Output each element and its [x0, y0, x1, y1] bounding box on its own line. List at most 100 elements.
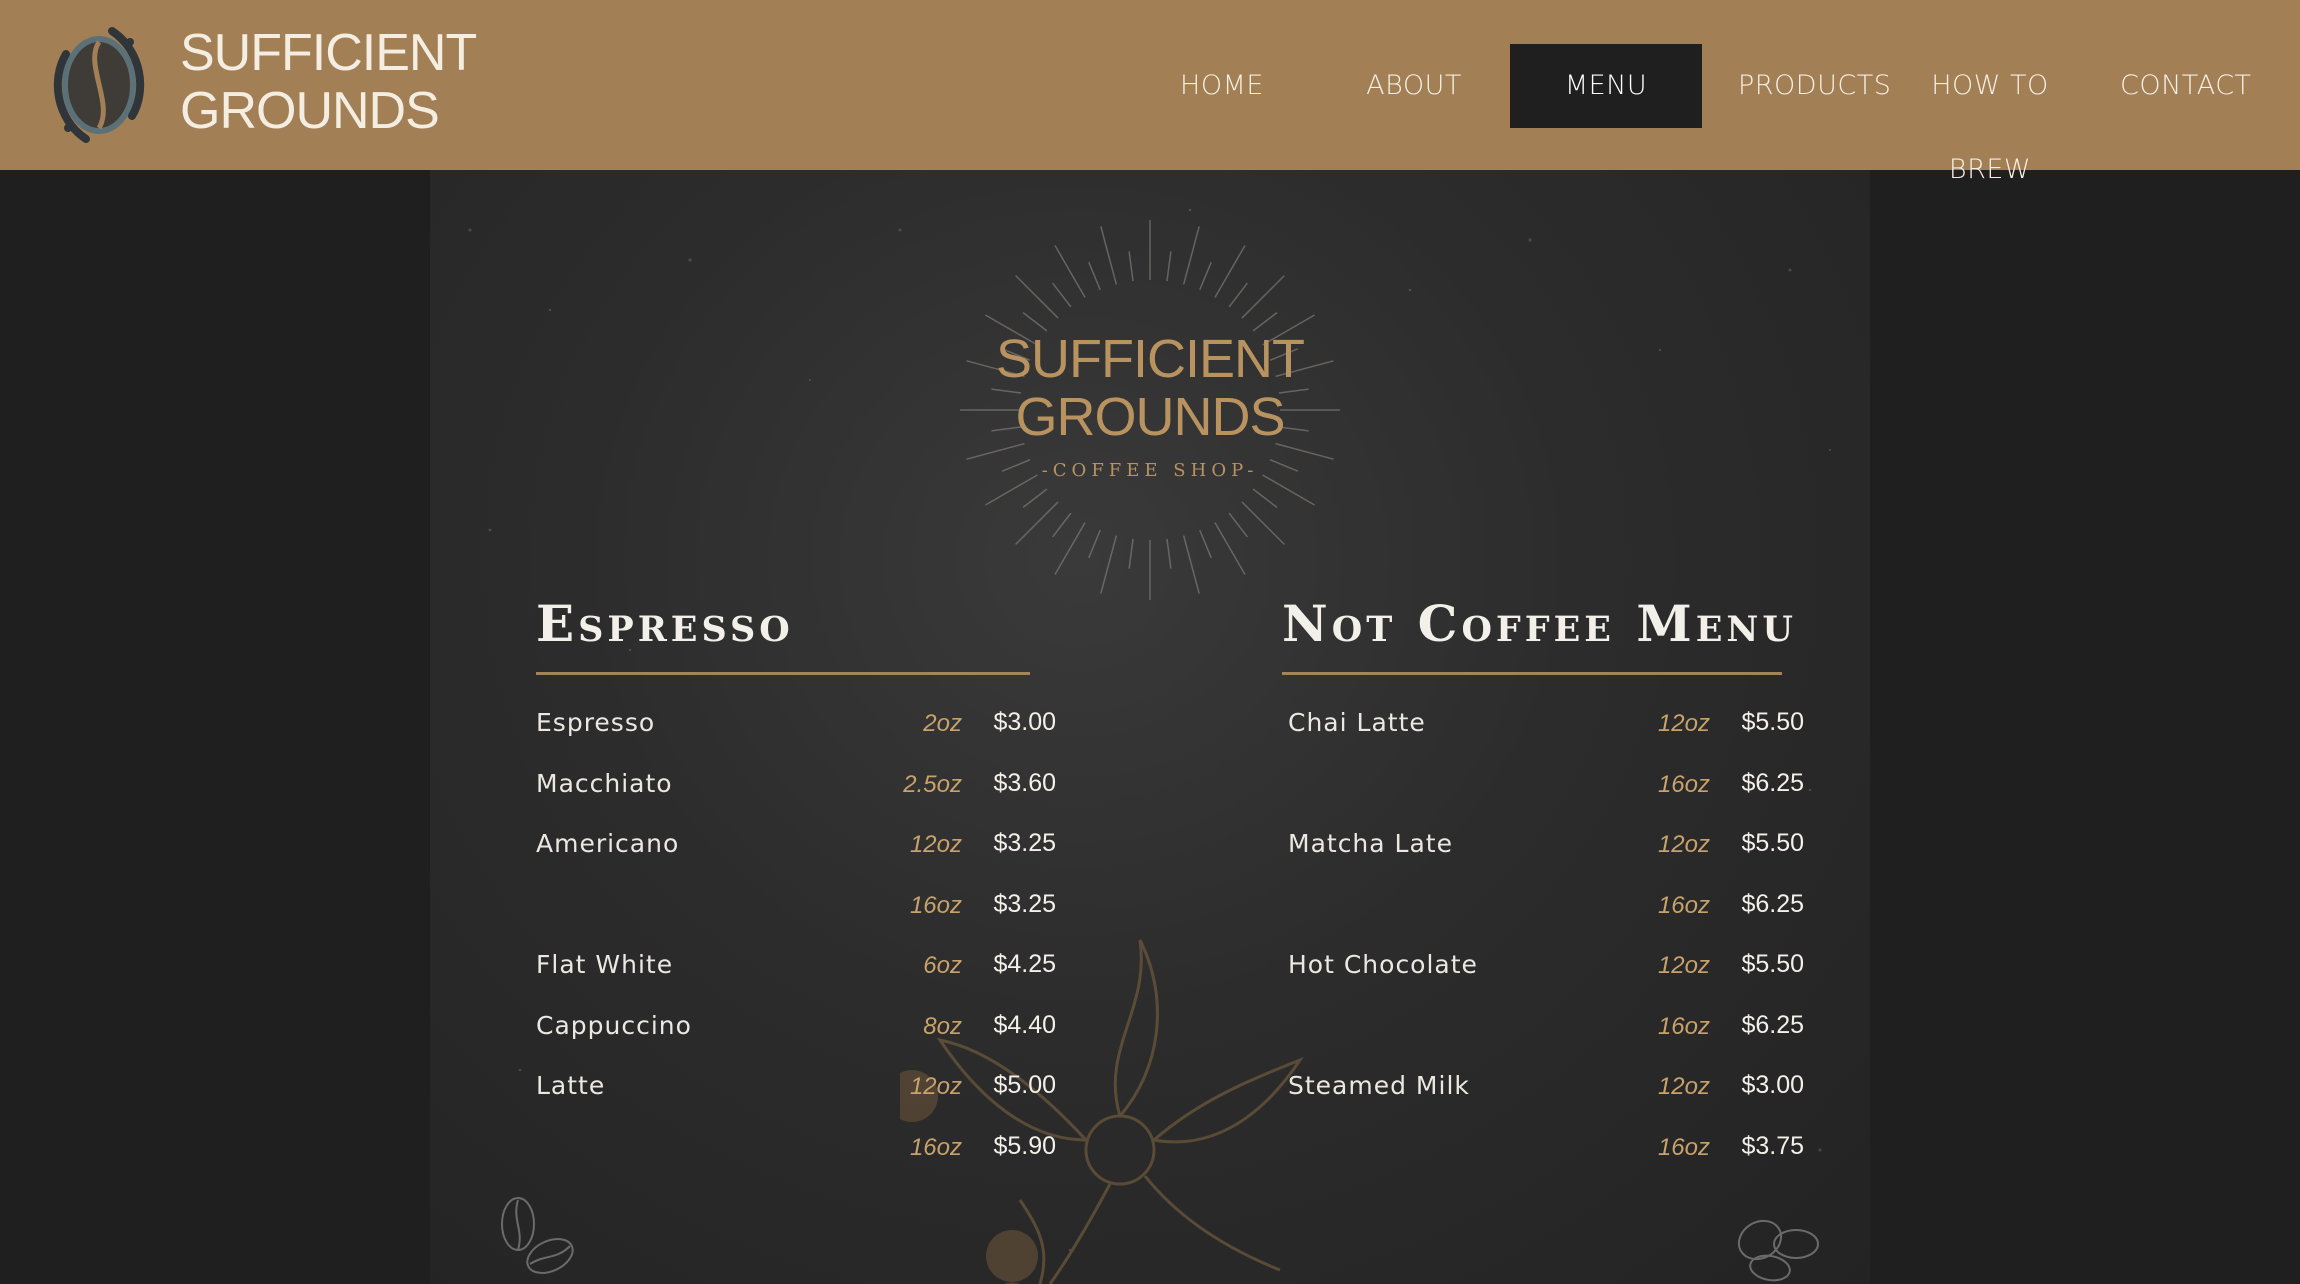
menu-row: Matcha Late 12oz $5.50 [1288, 829, 1808, 869]
starburst-ray [1199, 261, 1212, 291]
menu-item-price: $3.00 [993, 708, 1056, 736]
menu-item-size: 16oz [1657, 1012, 1710, 1040]
menu-row: Cappuccino 8oz $4.40 [536, 1011, 1056, 1051]
coffee-beans-doodle-left-icon [501, 1197, 574, 1274]
menu-item-price: $6.25 [1741, 768, 1804, 797]
nav-home[interactable]: HOME [1170, 44, 1274, 128]
menu-item-size: 2oz [923, 710, 962, 737]
menu-item-size: 12oz [1657, 831, 1710, 858]
starburst-ray [1252, 488, 1278, 508]
board-logo-subtitle: -COFFEE SHOP- [1041, 460, 1259, 481]
starburst-ray [1241, 275, 1285, 319]
menu-item-name: Latte [536, 1071, 606, 1100]
nav-about[interactable]: ABOUT [1362, 44, 1466, 128]
menu-item-name: Flat White [536, 950, 674, 979]
starburst-ray [1166, 251, 1172, 282]
chalkboard-menu: SUFFICIENT GROUNDS -COFFEE SHOP- Espress… [430, 170, 1870, 1284]
menu-item-size: 16oz [1657, 1133, 1710, 1161]
menu-row: 16oz $3.25 [536, 890, 1056, 930]
menu-item-size: 16oz [1657, 770, 1710, 798]
starburst-ray [1166, 538, 1172, 569]
menu-item-size: 12oz [1657, 1073, 1710, 1100]
menu-item-size: 16oz [909, 1133, 962, 1161]
menu-item-size: 8oz [923, 1012, 962, 1040]
menu-item-size: 12oz [1657, 710, 1710, 737]
menu-item-size: 16oz [909, 891, 962, 919]
menu-item-price: $4.25 [993, 950, 1056, 978]
menu-item-name: Matcha Late [1288, 829, 1453, 858]
menu-item-price: $5.00 [993, 1071, 1056, 1099]
starburst-ray [1100, 226, 1118, 285]
starburst-ray [1214, 245, 1246, 298]
starburst-ray [1182, 226, 1200, 285]
menu-item-price: $3.00 [1741, 1071, 1804, 1099]
starburst-ray [1052, 512, 1072, 538]
menu-row: 16oz $3.75 [1288, 1132, 1808, 1172]
nav-contact[interactable]: CONTACT [2120, 44, 2251, 128]
menu-row: Americano 12oz $3.25 [536, 829, 1056, 869]
not-coffee-underline [1282, 672, 1782, 675]
menu-item-size: 12oz [909, 1073, 962, 1100]
board-logo-line-1: SUFFICIENT [996, 329, 1305, 389]
espresso-heading: Espresso [536, 594, 794, 653]
menu-row: 16oz $6.25 [1288, 1011, 1808, 1051]
starburst-ray [1088, 261, 1101, 291]
not-coffee-heading: Not Coffee Menu [1282, 594, 1797, 653]
menu-item-price: $5.90 [993, 1131, 1056, 1160]
menu-row: Macchiato 2.5oz $3.60 [536, 769, 1056, 809]
menu-item-price: $5.50 [1741, 829, 1804, 857]
starburst-ray [1128, 251, 1134, 282]
menu-item-name: Macchiato [536, 768, 673, 798]
starburst-ray [1182, 535, 1200, 594]
menu-item-size: 6oz [923, 952, 962, 979]
menu-item-price: $3.75 [1741, 1131, 1804, 1160]
menu-item-price: $4.40 [993, 1010, 1056, 1039]
menu-row: Hot Chocolate 12oz $5.50 [1288, 950, 1808, 990]
starburst-ray [1199, 529, 1212, 559]
menu-row: Chai Latte 12oz $5.50 [1288, 708, 1808, 748]
menu-row: 16oz $6.25 [1288, 769, 1808, 809]
starburst-ray [1214, 522, 1246, 575]
starburst-ray [1054, 245, 1086, 298]
board-logo-line-2: GROUNDS [1015, 387, 1285, 447]
starburst-ray [1228, 512, 1248, 538]
menu-item-size: 12oz [909, 831, 962, 858]
menu-row: 16oz $5.90 [536, 1132, 1056, 1172]
starburst-ray [1228, 282, 1248, 308]
starburst-ray [1052, 282, 1072, 308]
coffee-beans-doodle-right-icon [1737, 1219, 1819, 1282]
menu-row: 16oz $6.25 [1288, 890, 1808, 930]
menu-item-name: Espresso [536, 708, 656, 737]
menu-item-name: Chai Latte [1288, 708, 1426, 737]
menu-row: Espresso 2oz $3.00 [536, 708, 1056, 748]
menu-row: Latte 12oz $5.00 [536, 1071, 1056, 1111]
menu-item-price: $5.50 [1741, 708, 1804, 736]
menu-row: Flat White 6oz $4.25 [536, 950, 1056, 990]
starburst-ray [1241, 501, 1285, 545]
menu-item-size: 2.5oz [903, 770, 962, 798]
menu-item-size: 16oz [1657, 891, 1710, 919]
espresso-underline [536, 672, 1030, 675]
menu-item-price: $6.25 [1741, 889, 1804, 918]
board-logo-wordmark: SUFFICIENT GROUNDS [990, 330, 1310, 446]
menu-item-name: Hot Chocolate [1288, 950, 1478, 979]
menu-item-name: Cappuccino [536, 1010, 692, 1040]
starburst-ray [1015, 275, 1059, 319]
nav-menu[interactable]: MENU [1510, 44, 1702, 128]
starburst-ray [1054, 522, 1086, 575]
menu-item-price: $3.25 [993, 889, 1056, 918]
nav-products[interactable]: PRODUCTS [1738, 44, 1891, 128]
starburst-ray [1100, 535, 1118, 594]
menu-item-size: 12oz [1657, 952, 1710, 979]
menu-row: Steamed Milk 12oz $3.00 [1288, 1071, 1808, 1111]
starburst-ray [1022, 488, 1048, 508]
starburst-ray [1015, 501, 1059, 545]
nav-how-to-brew[interactable]: HOW TO BREW [1900, 44, 2080, 185]
starburst-ray [1088, 529, 1101, 559]
menu-item-price: $6.25 [1741, 1010, 1804, 1039]
menu-item-name: Steamed Milk [1288, 1071, 1470, 1100]
menu-item-price: $5.50 [1741, 950, 1804, 978]
site-header: SUFFICIENT GROUNDS HOME ABOUT MENU PRODU… [0, 0, 2300, 185]
menu-item-price: $3.60 [993, 768, 1056, 797]
menu-item-name: Americano [536, 829, 680, 858]
